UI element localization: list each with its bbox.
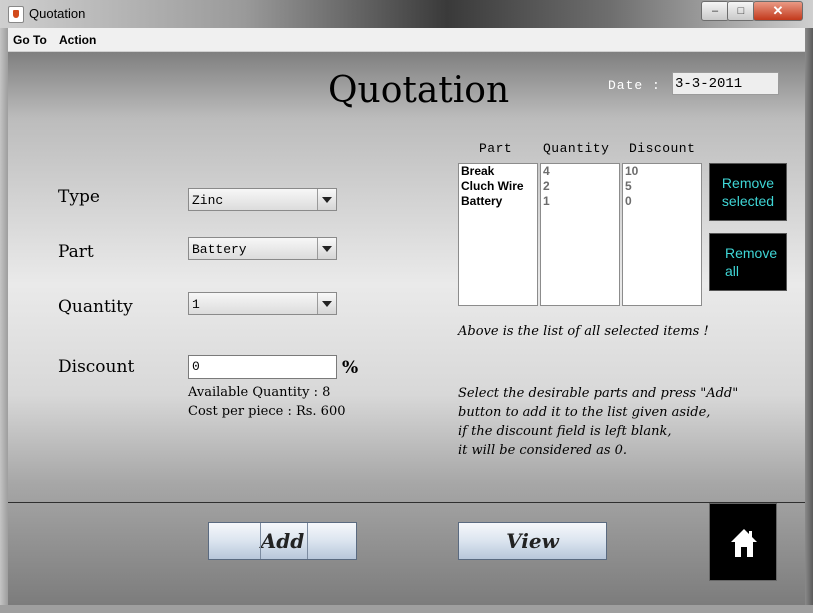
type-dropdown[interactable]: Zinc <box>188 188 337 211</box>
list-item[interactable]: 2 <box>541 179 619 194</box>
remove-all-button[interactable]: Remove all <box>709 233 787 291</box>
list-item[interactable]: 1 <box>541 194 619 209</box>
chevron-down-icon[interactable] <box>317 189 336 210</box>
quantity-label: Quantity <box>58 297 133 317</box>
quotation-panel: Quotation Date : 3-3-2011 Type Zinc Part… <box>8 52 805 605</box>
quantity-list[interactable]: 4 2 1 <box>540 163 620 306</box>
remove-all-label-line2: all <box>725 263 740 279</box>
window-frame-right <box>805 28 813 613</box>
discount-list[interactable]: 10 5 0 <box>622 163 702 306</box>
divider <box>8 502 805 503</box>
window-title: Quotation <box>29 6 86 21</box>
instructions: Select the desirable parts and press "Ad… <box>458 384 738 460</box>
part-list[interactable]: Break Cluch Wire Battery <box>458 163 538 306</box>
instruction-line: if the discount field is left blank, <box>458 424 672 439</box>
date-field[interactable]: 3-3-2011 <box>672 72 779 95</box>
part-dropdown[interactable]: Battery <box>188 237 337 260</box>
quantity-dropdown-value: 1 <box>192 297 200 312</box>
list-item[interactable]: 10 <box>623 164 701 179</box>
discount-label: Discount <box>58 357 135 377</box>
remove-selected-button[interactable]: Remove selected <box>709 163 787 221</box>
cost-per-piece: Cost per piece : Rs. 600 <box>188 404 346 419</box>
instruction-line: Select the desirable parts and press "Ad… <box>458 386 739 401</box>
quantity-dropdown[interactable]: 1 <box>188 292 337 315</box>
discount-input[interactable]: 0 <box>188 355 337 379</box>
home-button[interactable] <box>709 503 777 581</box>
view-button[interactable]: View <box>458 522 607 560</box>
list-item[interactable]: Break <box>459 164 537 179</box>
remove-selected-label-line1: Remove <box>721 175 775 191</box>
chevron-down-icon[interactable] <box>317 238 336 259</box>
available-quantity: Available Quantity : 8 <box>188 385 331 400</box>
type-label: Type <box>58 187 100 207</box>
title-bar: Quotation – □ ✕ <box>0 0 813 28</box>
part-column-header: Part <box>479 141 513 156</box>
instruction-line: it will be considered as 0. <box>458 443 628 458</box>
close-button[interactable]: ✕ <box>753 1 803 21</box>
part-dropdown-value: Battery <box>192 242 247 257</box>
chevron-down-icon[interactable] <box>317 293 336 314</box>
date-label: Date : <box>608 78 661 93</box>
home-icon <box>731 529 757 557</box>
remove-all-label-line1: Remove <box>725 245 778 261</box>
percent-sign: % <box>342 358 359 378</box>
list-item[interactable]: 4 <box>541 164 619 179</box>
discount-column-header: Discount <box>629 141 696 156</box>
list-item[interactable]: Cluch Wire <box>459 179 537 194</box>
list-item[interactable]: 0 <box>623 194 701 209</box>
java-app-icon <box>8 6 24 23</box>
menu-goto[interactable]: Go To <box>13 33 47 47</box>
selected-items-note: Above is the list of all selected items … <box>458 324 709 339</box>
list-item[interactable]: Battery <box>459 194 537 209</box>
add-button[interactable]: Add <box>208 522 357 560</box>
remove-selected-label-line2: selected <box>721 193 775 209</box>
page-title: Quotation <box>328 70 510 111</box>
instruction-line: button to add it to the list given aside… <box>458 405 711 420</box>
quantity-column-header: Quantity <box>543 141 610 156</box>
window-frame-bottom <box>0 605 813 613</box>
type-dropdown-value: Zinc <box>192 193 224 208</box>
list-item[interactable]: 5 <box>623 179 701 194</box>
part-label: Part <box>58 242 94 262</box>
menu-bar: Go To Action <box>8 28 805 52</box>
menu-action[interactable]: Action <box>59 33 96 47</box>
minimize-button[interactable]: – <box>701 1 729 21</box>
maximize-button[interactable]: □ <box>727 1 755 21</box>
window-frame-left <box>0 28 8 613</box>
